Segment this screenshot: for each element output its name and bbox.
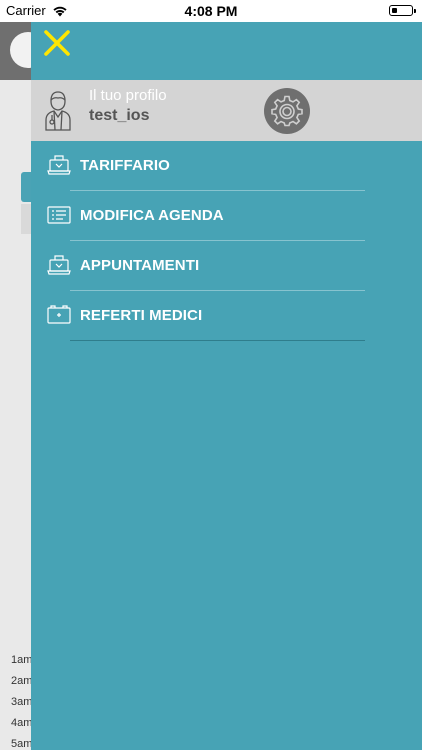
hour-label: 4am xyxy=(11,717,31,729)
gear-icon xyxy=(271,95,303,127)
status-bar: Carrier 4:08 PM xyxy=(0,0,422,22)
medical-report-icon xyxy=(47,305,71,324)
laptop-icon xyxy=(47,255,71,275)
background-app: 1am 2am 3am 4am 5am xyxy=(0,22,31,750)
background-header-logo xyxy=(10,32,31,68)
background-hours-list: 1am 2am 3am 4am 5am xyxy=(11,650,31,750)
menu-item-modifica-agenda[interactable]: MODIFICA AGENDA xyxy=(31,191,422,241)
hour-label: 5am xyxy=(11,738,31,750)
close-drawer-button[interactable] xyxy=(42,28,72,58)
close-icon xyxy=(44,30,70,56)
background-tab-active xyxy=(21,172,31,202)
menu-divider xyxy=(70,340,365,341)
menu-label: MODIFICA AGENDA xyxy=(80,207,224,224)
hour-label: 3am xyxy=(11,696,31,708)
profile-caption: Il tuo profilo xyxy=(89,87,167,104)
hour-label: 2am xyxy=(11,675,31,687)
hour-label: 1am xyxy=(11,654,31,666)
menu-label: APPUNTAMENTI xyxy=(80,257,200,274)
menu-item-referti-medici[interactable]: REFERTI MEDICI xyxy=(31,291,422,341)
menu-label: TARIFFARIO xyxy=(80,157,170,174)
profile-panel[interactable]: Il tuo profilo test_ios xyxy=(31,80,422,141)
laptop-icon xyxy=(47,155,71,175)
status-time: 4:08 PM xyxy=(184,3,238,19)
doctor-avatar-icon xyxy=(45,91,71,131)
agenda-list-icon xyxy=(47,206,71,224)
battery-icon xyxy=(389,5,416,16)
menu-item-appuntamenti[interactable]: APPUNTAMENTI xyxy=(31,241,422,291)
profile-username: test_ios xyxy=(89,107,150,124)
navigation-drawer: Il tuo profilo test_ios TARIFFARIO MODIF… xyxy=(31,22,422,750)
menu-item-tariffario[interactable]: TARIFFARIO xyxy=(31,141,422,191)
settings-button[interactable] xyxy=(264,88,310,134)
menu-label: REFERTI MEDICI xyxy=(80,307,203,324)
background-tab xyxy=(21,204,31,234)
background-header xyxy=(0,22,31,80)
drawer-menu: TARIFFARIO MODIFICA AGENDA APPUNTAMENTI … xyxy=(31,141,422,341)
